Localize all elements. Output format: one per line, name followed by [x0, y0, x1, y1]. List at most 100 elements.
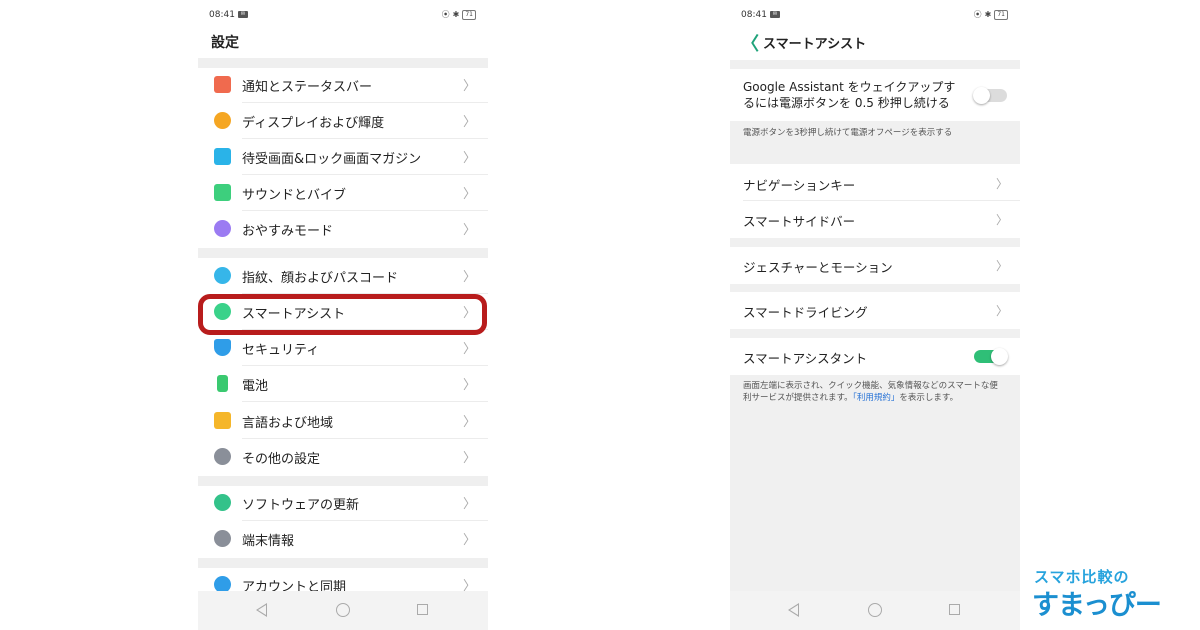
notification-icon: [214, 76, 231, 93]
update-icon: [214, 494, 231, 511]
settings-row-label: サウンドとバイブ: [242, 188, 347, 203]
settings-row[interactable]: ディスプレイおよび輝度 〉: [198, 103, 488, 139]
nav-recent-icon[interactable]: [949, 604, 960, 615]
shield-icon: [214, 339, 231, 356]
notification-badge-icon: ✉: [238, 11, 248, 18]
nav-section: ナビゲーションキー 〉 スマートサイドバー 〉: [730, 164, 1020, 238]
header-bar: 〈 スマートアシスト: [730, 32, 1020, 60]
chevron-right-icon: 〉: [462, 497, 476, 512]
logo-name: すまっぴー: [1032, 590, 1162, 621]
chevron-right-icon: 〉: [462, 378, 476, 393]
settings-row[interactable]: 言語および地域 〉: [198, 403, 488, 439]
settings-row[interactable]: その他の設定 〉: [198, 439, 488, 475]
settings-row-label: セキュリティ: [242, 343, 320, 358]
nav-back-icon[interactable]: [256, 603, 267, 617]
settings-row-label: 待受画面&ロック画面マガジン: [242, 152, 422, 167]
display-icon: [214, 112, 231, 129]
toggle-knob: [991, 348, 1008, 365]
settings-row[interactable]: 電池 〉: [198, 366, 488, 402]
page-title: 設定: [211, 35, 239, 51]
chevron-right-icon: 〉: [462, 415, 476, 430]
navigation-bar: [198, 591, 488, 630]
chevron-right-icon: 〉: [462, 451, 476, 466]
chevron-right-icon: 〉: [995, 213, 1008, 227]
settings-row-label: 通知とステータスバー: [242, 80, 373, 95]
google-assistant-toggle[interactable]: [973, 87, 1007, 104]
chevron-right-icon: 〉: [462, 223, 476, 238]
chevron-right-icon: 〉: [462, 115, 476, 130]
chevron-right-icon: 〉: [462, 342, 476, 357]
smart-assist-screen: 08:41 ✉ ⦿ ✱ 71 〈 スマートアシスト Google Assista…: [730, 0, 1020, 630]
notification-badge-icon: ✉: [770, 11, 780, 18]
smart-assistant-toggle[interactable]: [974, 348, 1008, 365]
wallpaper-icon: [214, 148, 231, 165]
nav-back-icon[interactable]: [788, 603, 799, 617]
settings-row-label: 端末情報: [242, 534, 295, 549]
google-assistant-label: Google Assistant をウェイクアップするには電源ボタンを 0.5 …: [743, 80, 956, 110]
chevron-right-icon: 〉: [995, 304, 1008, 318]
chevron-right-icon: 〉: [462, 187, 476, 202]
settings-row[interactable]: ソフトウェアの更新 〉: [198, 485, 488, 521]
chevron-right-icon: 〉: [995, 259, 1008, 273]
chevron-right-icon: 〉: [462, 151, 476, 166]
chevron-right-icon: 〉: [462, 270, 476, 285]
settings-row[interactable]: セキュリティ 〉: [198, 330, 488, 366]
bluetooth-icon: ✱: [984, 10, 992, 19]
settings-row[interactable]: 端末情報 〉: [198, 521, 488, 557]
nav-home-icon[interactable]: [868, 603, 882, 617]
assistant-note-tail: を表示します。: [899, 393, 959, 403]
language-icon: [214, 412, 231, 429]
google-assistant-row[interactable]: Google Assistant をウェイクアップするには電源ボタンを 0.5 …: [730, 69, 1020, 121]
settings-row-label: ディスプレイおよび輝度: [242, 116, 385, 131]
gesture-motion-row[interactable]: ジェスチャーとモーション 〉: [730, 247, 1020, 284]
terms-link[interactable]: 「利用規約」: [853, 393, 900, 403]
battery-icon: [217, 375, 228, 392]
smart-driving-row[interactable]: スマートドライビング 〉: [730, 292, 1020, 329]
settings-row-label: ソフトウェアの更新: [242, 498, 360, 513]
system-icons: ⦿ ✱ 71: [442, 9, 476, 20]
smart-assistant-row[interactable]: スマートアシスタント: [730, 338, 1020, 375]
settings-row-label: 電池: [242, 379, 269, 394]
power-note: 電源ボタンを3秒押し続けて電源オフページを表示する: [743, 128, 953, 138]
vibrate-icon: ⦿: [973, 10, 982, 19]
vibrate-icon: ⦿: [441, 10, 450, 19]
back-icon[interactable]: 〈: [741, 30, 759, 56]
info-icon: [214, 530, 231, 547]
settings-row-label: 言語および地域: [242, 416, 334, 431]
sound-icon: [214, 184, 231, 201]
status-time: 08:41: [741, 10, 767, 20]
status-bar: 08:41 ✉ ⦿ ✱ 71: [730, 0, 1020, 32]
site-logo: スマホ比較の すまっぴー: [1030, 566, 1170, 622]
section-divider: [198, 248, 488, 258]
smart-sidebar-label: スマートサイドバー: [743, 214, 856, 229]
nav-recent-icon[interactable]: [417, 604, 428, 615]
gesture-motion-label: ジェスチャーとモーション: [743, 260, 893, 275]
battery-indicator: 71: [994, 9, 1008, 20]
highlight-frame: [198, 294, 487, 335]
settings-row[interactable]: 指紋、顔およびパスコード 〉: [198, 258, 488, 294]
settings-row[interactable]: 待受画面&ロック画面マガジン 〉: [198, 139, 488, 175]
settings-row[interactable]: サウンドとバイブ 〉: [198, 175, 488, 211]
bluetooth-icon: ✱: [452, 10, 460, 19]
settings-row[interactable]: おやすみモード 〉: [198, 211, 488, 247]
toggle-knob: [973, 87, 990, 104]
navigation-key-label: ナビゲーションキー: [743, 178, 856, 193]
status-bar: 08:41 ✉ ⦿ ✱ 71: [198, 0, 488, 32]
smart-sidebar-row[interactable]: スマートサイドバー 〉: [730, 201, 1020, 238]
settings-row[interactable]: 通知とステータスバー 〉: [198, 67, 488, 103]
assistant-note: 画面左端に表示され、クイック機能、気象情報などのスマートな便利サービスが提供され…: [743, 380, 1006, 404]
gear-icon: [214, 448, 231, 465]
chevron-right-icon: 〉: [462, 533, 476, 548]
status-time: 08:41: [209, 10, 235, 20]
battery-indicator: 71: [462, 9, 476, 20]
settings-row-label: 指紋、顔およびパスコード: [242, 271, 399, 286]
navigation-bar: [730, 591, 1020, 630]
moon-icon: [214, 220, 231, 237]
settings-screen: 08:41 ✉ ⦿ ✱ 71 設定 通知とステータスバー〉ディスプレイおよび輝度…: [198, 0, 488, 630]
system-icons: ⦿ ✱ 71: [974, 9, 1008, 20]
settings-row-label: おやすみモード: [242, 224, 334, 239]
navigation-key-row[interactable]: ナビゲーションキー 〉: [730, 164, 1020, 201]
smart-assistant-label: スマートアシスタント: [743, 351, 868, 366]
nav-home-icon[interactable]: [336, 603, 350, 617]
smart-driving-label: スマートドライビング: [743, 305, 868, 320]
